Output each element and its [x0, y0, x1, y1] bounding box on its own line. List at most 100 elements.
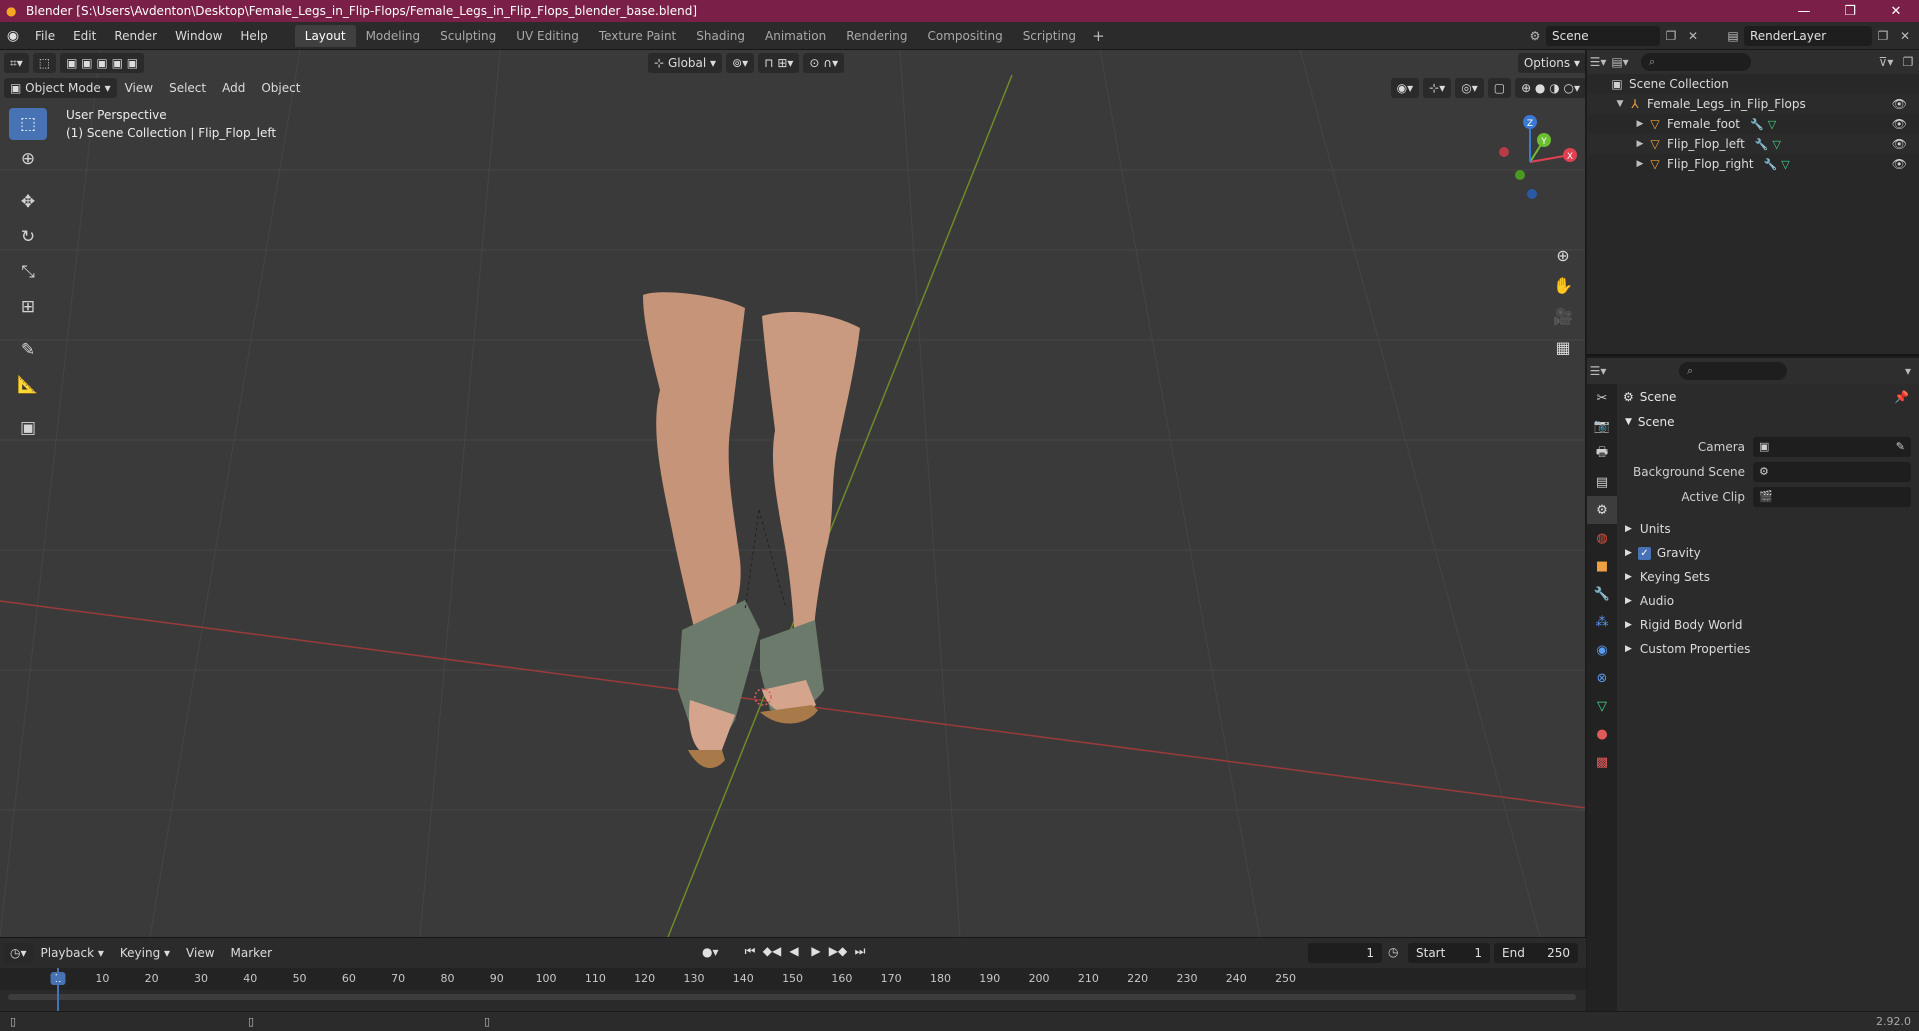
scene-collection-row[interactable]: ▣ Scene Collection [1587, 74, 1919, 94]
xray-icon[interactable]: ▢ [1487, 78, 1512, 98]
gizmo-neg-x-icon[interactable] [1499, 147, 1509, 157]
properties-editor-type-icon[interactable]: ☰▾ [1587, 361, 1609, 381]
scene-tab-icon[interactable]: ⚙ [1587, 496, 1617, 524]
tab-scripting[interactable]: Scripting [1013, 25, 1086, 47]
ortho-grid-icon[interactable]: ▦ [1548, 332, 1578, 362]
visibility-icon[interactable]: ◉▾ [1390, 78, 1420, 98]
menu-render[interactable]: Render [105, 25, 166, 47]
close-button[interactable]: ✕ [1873, 0, 1919, 22]
display-mode-icon[interactable]: ▤▾ [1609, 52, 1631, 72]
timeline-scrollbar[interactable] [8, 994, 1576, 1000]
jump-start-icon[interactable]: ⏮ [740, 944, 760, 959]
gizmo-neg-z-icon[interactable] [1527, 189, 1537, 199]
menu-add[interactable]: Add [214, 78, 253, 98]
filter-icon[interactable]: ⊽▾ [1875, 52, 1897, 72]
outliner-item-female-foot[interactable]: ▶ ▽ Female_foot 🔧 ▽ 👁 [1587, 114, 1919, 134]
end-frame-field[interactable]: End 250 [1494, 943, 1578, 963]
options-dropdown[interactable]: Options ▾ [1517, 53, 1585, 73]
expand-chevron-icon[interactable]: ▶ [1633, 119, 1647, 129]
new-scene-icon[interactable]: ❐ [1660, 26, 1682, 46]
camera-field[interactable]: ▣ ✎ [1753, 436, 1911, 457]
material-tab-icon[interactable]: ● [1587, 720, 1617, 748]
play-icon[interactable]: ▶ [806, 944, 826, 959]
start-frame-field[interactable]: Start 1 [1408, 943, 1490, 963]
record-icon[interactable]: ●▾ [702, 945, 719, 959]
frame-ruler[interactable]: 1102030405060708090100110120130140150160… [0, 968, 1586, 990]
pan-hand-icon[interactable]: ✋ [1548, 270, 1578, 300]
expand-chevron-icon[interactable]: ▼ [1613, 99, 1627, 109]
cursor-tool-icon[interactable]: ⊕ [9, 143, 47, 175]
selection-modes-icon[interactable]: ▣ ▣ ▣ ▣ ▣ [60, 53, 145, 73]
timeline-track-area[interactable] [0, 968, 1586, 1012]
select-box-tool-icon[interactable]: ⬚ [9, 108, 47, 140]
menu-view[interactable]: View [117, 78, 161, 98]
background-scene-field[interactable]: ⚙ [1753, 461, 1911, 482]
expand-chevron-icon[interactable]: ▶ [1633, 159, 1647, 169]
tab-shading[interactable]: Shading [686, 25, 755, 47]
camera-view-icon[interactable]: 🎥 [1548, 301, 1578, 331]
tab-modeling[interactable]: Modeling [356, 25, 431, 47]
gravity-panel[interactable]: ▶ ✓ Gravity [1619, 541, 1917, 565]
particles-tab-icon[interactable]: ⁂ [1587, 608, 1617, 636]
properties-options-icon[interactable]: ▾ [1897, 361, 1919, 381]
blender-menu-icon[interactable]: ◉ [0, 28, 26, 44]
menu-view-timeline[interactable]: View [178, 943, 222, 963]
menu-marker[interactable]: Marker [223, 943, 280, 963]
move-tool-icon[interactable]: ✥ [9, 186, 47, 218]
units-panel[interactable]: ▶ Units [1619, 517, 1917, 541]
gizmo-neg-y-icon[interactable] [1515, 170, 1525, 180]
delete-layer-icon[interactable]: ✕ [1894, 26, 1916, 46]
play-reverse-icon[interactable]: ◀ [784, 944, 804, 959]
render-layer-name-field[interactable]: RenderLayer [1744, 26, 1872, 46]
texture-tab-icon[interactable]: ▩ [1587, 748, 1617, 776]
annotate-tool-icon[interactable]: ✎ [9, 334, 47, 366]
new-collection-icon[interactable]: ❐ [1897, 52, 1919, 72]
scene-panel-header[interactable]: ▼ Scene [1619, 410, 1917, 434]
tab-uv-editing[interactable]: UV Editing [506, 25, 589, 47]
visibility-eye-icon[interactable]: 👁 [1892, 97, 1907, 111]
outliner-editor-type-icon[interactable]: ☰▾ [1587, 52, 1609, 72]
render-tab-icon[interactable]: 📷 [1587, 412, 1617, 440]
properties-search-input[interactable]: ⌕ [1679, 362, 1787, 380]
tab-rendering[interactable]: Rendering [836, 25, 917, 47]
delete-scene-icon[interactable]: ✕ [1682, 26, 1704, 46]
visibility-eye-icon[interactable]: 👁 [1892, 137, 1907, 151]
gravity-checkbox[interactable]: ✓ [1637, 546, 1651, 560]
tab-sculpting[interactable]: Sculpting [430, 25, 506, 47]
audio-panel[interactable]: ▶ Audio [1619, 589, 1917, 613]
playhead-line[interactable] [57, 968, 59, 1012]
select-box-mode-icon[interactable]: ⬚ [32, 53, 57, 73]
modifier-tab-icon[interactable]: 🔧 [1587, 580, 1617, 608]
next-keyframe-icon[interactable]: ▶◆ [828, 944, 848, 959]
minimize-button[interactable]: — [1781, 0, 1827, 22]
data-tab-icon[interactable]: ▽ [1587, 692, 1617, 720]
add-cube-tool-icon[interactable]: ▣ [9, 412, 47, 444]
render-layer-selector[interactable]: ▤ RenderLayer ❐ ✕ [1722, 25, 1916, 47]
tab-layout[interactable]: Layout [294, 24, 356, 47]
tab-compositing[interactable]: Compositing [917, 25, 1012, 47]
keying-sets-panel[interactable]: ▶ Keying Sets [1619, 565, 1917, 589]
outliner-search-input[interactable]: ⌕ [1641, 53, 1751, 71]
scale-tool-icon[interactable]: ⤡ [9, 256, 47, 288]
scene-selector[interactable]: ⚙ Scene ❐ ✕ [1524, 25, 1704, 47]
tab-animation[interactable]: Animation [755, 25, 836, 47]
visibility-eye-icon[interactable]: 👁 [1892, 117, 1907, 131]
maximize-button[interactable]: ❐ [1827, 0, 1873, 22]
object-tab-icon[interactable]: ■ [1587, 552, 1617, 580]
navigation-gizmo[interactable]: X Y Z [1480, 112, 1580, 212]
gizmo-toggle-icon[interactable]: ⊹▾ [1423, 78, 1452, 98]
current-frame-field[interactable]: 1 [1308, 943, 1382, 963]
menu-select[interactable]: Select [161, 78, 214, 98]
legs-model[interactable] [643, 292, 860, 769]
physics-tab-icon[interactable]: ◉ [1587, 636, 1617, 664]
expand-chevron-icon[interactable]: ▶ [1633, 139, 1647, 149]
rotate-tool-icon[interactable]: ↻ [9, 221, 47, 253]
snap-icon[interactable]: ⊓ ⊞▾ [758, 53, 800, 73]
measure-tool-icon[interactable]: 📐 [9, 369, 47, 401]
tool-tab-icon[interactable]: ✂ [1587, 384, 1617, 412]
mode-dropdown[interactable]: ▣ Object Mode ▾ [4, 78, 117, 98]
overlay-toggle-icon[interactable]: ◎▾ [1455, 78, 1484, 98]
constraints-tab-icon[interactable]: ⊗ [1587, 664, 1617, 692]
active-clip-field[interactable]: 🎬 [1753, 486, 1911, 507]
custom-properties-panel[interactable]: ▶ Custom Properties [1619, 637, 1917, 661]
